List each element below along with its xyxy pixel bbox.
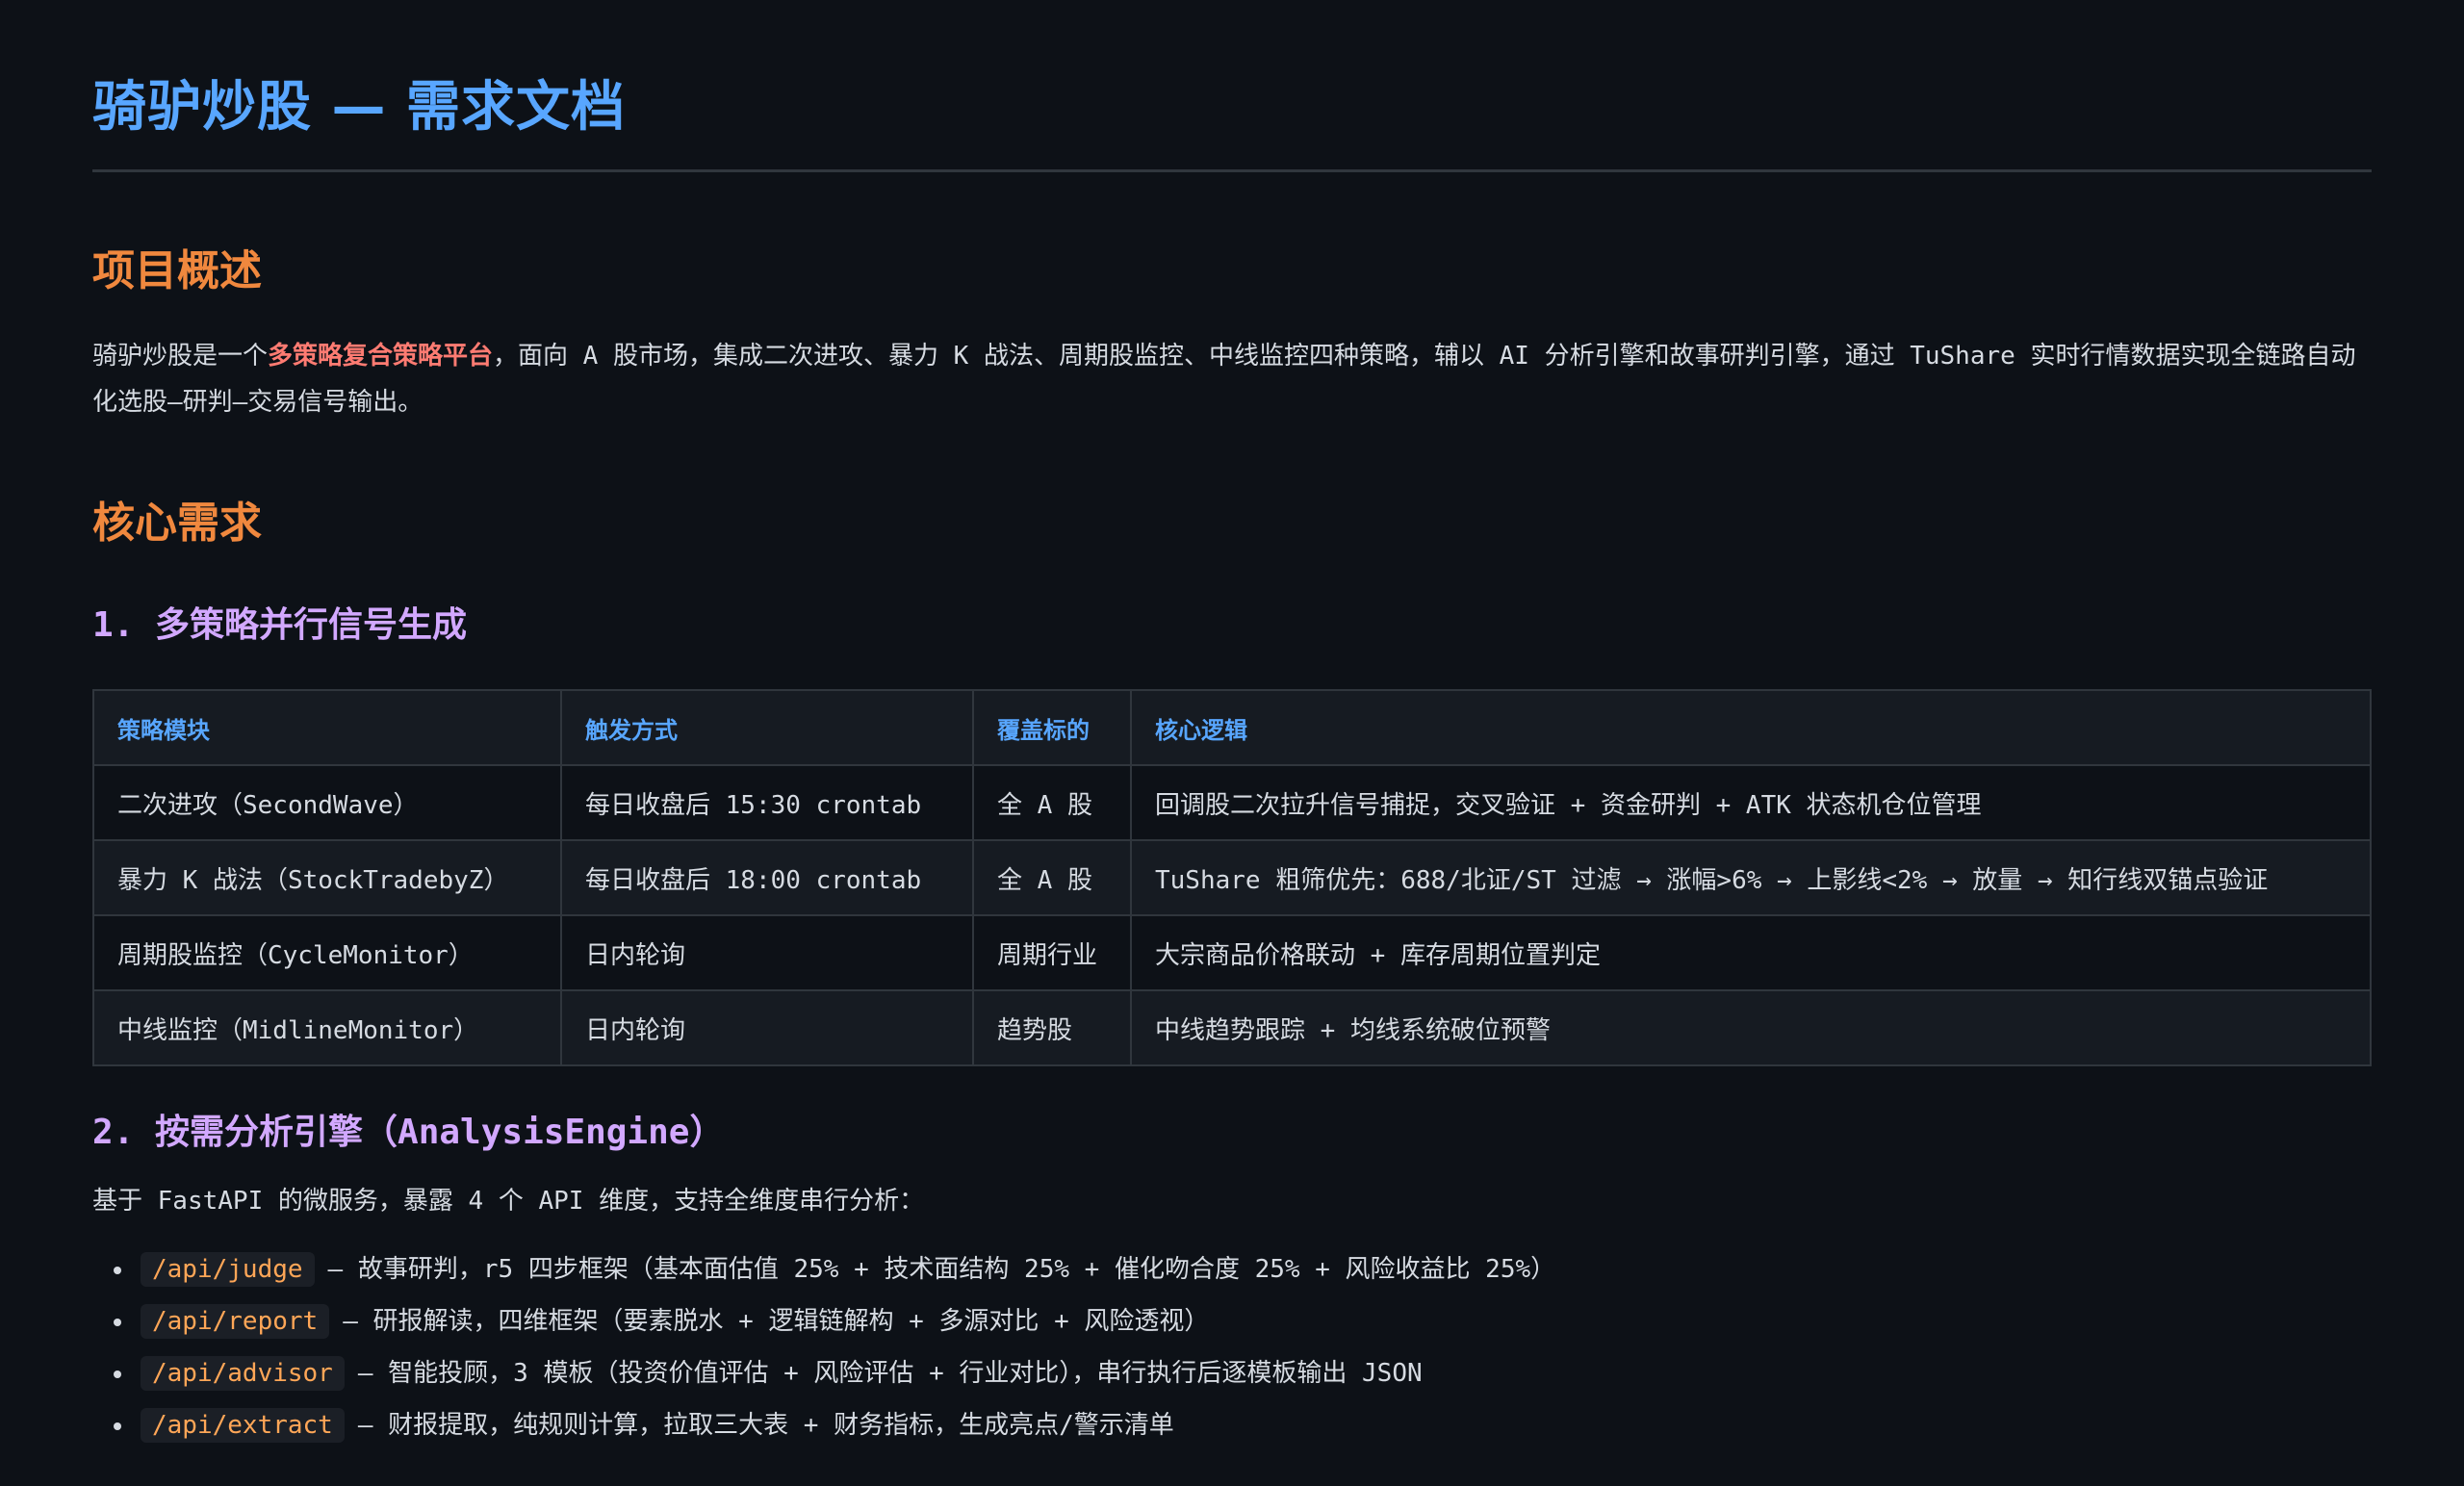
table-cell: 全 A 股 — [972, 764, 1132, 841]
section2-heading: 2. 按需分析引擎（AnalysisEngine） — [92, 1113, 725, 1152]
table-header-trigger: 触发方式 — [560, 689, 974, 766]
table-cell: 趋势股 — [972, 989, 1132, 1066]
overview-heading: 项目概述 — [92, 246, 262, 295]
table-cell: 中线监控（MidlineMonitor） — [92, 989, 562, 1066]
table-row: 中线监控（MidlineMonitor） 日内轮询 趋势股 中线趋势跟踪 + 均… — [92, 989, 2372, 1066]
list-item: /api/judge — 故事研判，r5 四步框架（基本面估值 25% + 技术面… — [92, 1243, 1555, 1295]
api-description: — 故事研判，r5 四步框架（基本面估值 25% + 技术面结构 25% + 催… — [327, 1255, 1556, 1284]
bullet-icon — [114, 1267, 121, 1274]
bullet-icon — [114, 1422, 121, 1430]
api-code: /api/judge — [141, 1252, 315, 1287]
api-description: — 智能投顾，3 模板（投资价值评估 + 风险评估 + 行业对比），串行执行后逐… — [357, 1359, 1423, 1388]
api-description: — 研报解读，四维框架（要素脱水 + 逻辑链解构 + 多源对比 + 风险透视） — [343, 1307, 1210, 1336]
table-row: 周期股监控（CycleMonitor） 日内轮询 周期行业 大宗商品价格联动 +… — [92, 914, 2372, 991]
table-cell: 二次进攻（SecondWave） — [92, 764, 562, 841]
api-description: — 财报提取，纯规则计算，拉取三大表 + 财务指标，生成亮点/警示清单 — [357, 1411, 1174, 1440]
bullet-icon — [114, 1319, 121, 1326]
core-heading: 核心需求 — [92, 499, 262, 548]
table-header-logic: 核心逻辑 — [1130, 689, 2372, 766]
api-code: /api/advisor — [141, 1356, 345, 1391]
table-cell: 周期股监控（CycleMonitor） — [92, 914, 562, 991]
table-cell: 每日收盘后 18:00 crontab — [560, 839, 974, 916]
overview-text-before: 骑驴炒股是一个 — [92, 342, 269, 371]
table-cell: 日内轮询 — [560, 914, 974, 991]
table-cell: 暴力 K 战法（StockTradebyZ） — [92, 839, 562, 916]
table-header-coverage: 覆盖标的 — [972, 689, 1132, 766]
list-item: /api/extract — 财报提取，纯规则计算，拉取三大表 + 财务指标，生成… — [92, 1399, 1555, 1451]
table-cell: 每日收盘后 15:30 crontab — [560, 764, 974, 841]
table-row: 二次进攻（SecondWave） 每日收盘后 15:30 crontab 全 A… — [92, 764, 2372, 841]
api-code: /api/report — [141, 1304, 330, 1339]
table-row: 暴力 K 战法（StockTradebyZ） 每日收盘后 18:00 cront… — [92, 839, 2372, 916]
table-header-row: 策略模块 触发方式 覆盖标的 核心逻辑 — [92, 689, 2372, 766]
table-cell: 回调股二次拉升信号捕捉，交叉验证 + 资金研判 + ATK 状态机仓位管理 — [1130, 764, 2372, 841]
table-cell: 中线趋势跟踪 + 均线系统破位预警 — [1130, 989, 2372, 1066]
strategy-table: 策略模块 触发方式 覆盖标的 核心逻辑 二次进攻（SecondWave） 每日收… — [92, 689, 2372, 1066]
table-cell: 日内轮询 — [560, 989, 974, 1066]
overview-paragraph: 骑驴炒股是一个多策略复合策略平台，面向 A 股市场，集成二次进攻、暴力 K 战法… — [92, 333, 2372, 425]
page-title: 骑驴炒股 — 需求文档 — [92, 76, 626, 139]
api-list: /api/judge — 故事研判，r5 四步框架（基本面估值 25% + 技术面… — [92, 1243, 1555, 1451]
table-cell: 周期行业 — [972, 914, 1132, 991]
bullet-icon — [114, 1371, 121, 1378]
table-cell: TuShare 粗筛优先：688/北证/ST 过滤 → 涨幅>6% → 上影线<… — [1130, 839, 2372, 916]
section2-intro: 基于 FastAPI 的微服务，暴露 4 个 API 维度，支持全维度串行分析： — [92, 1187, 925, 1216]
list-item: /api/advisor — 智能投顾，3 模板（投资价值评估 + 风险评估 + … — [92, 1347, 1555, 1399]
table-cell: 全 A 股 — [972, 839, 1132, 916]
title-divider — [92, 169, 2372, 172]
list-item: /api/report — 研报解读，四维框架（要素脱水 + 逻辑链解构 + 多源… — [92, 1295, 1555, 1347]
api-code: /api/extract — [141, 1408, 345, 1443]
table-cell: 大宗商品价格联动 + 库存周期位置判定 — [1130, 914, 2372, 991]
overview-highlight: 多策略复合策略平台 — [268, 342, 494, 371]
section1-heading: 1. 多策略并行信号生成 — [92, 605, 468, 645]
table-header-module: 策略模块 — [92, 689, 562, 766]
